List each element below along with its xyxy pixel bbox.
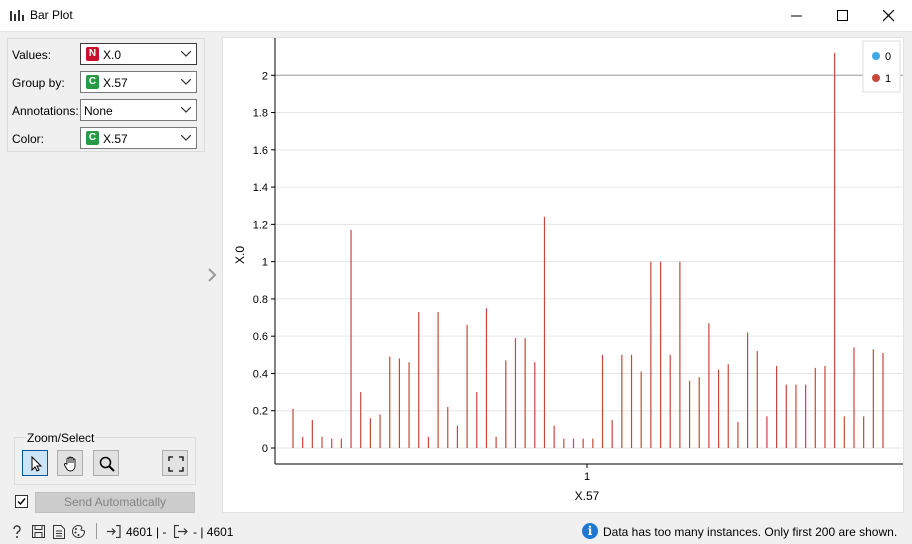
y-tick-label: 0.2 [253,406,268,418]
x-axis-title: X.57 [575,489,600,503]
values-selected: X.0 [103,48,122,62]
y-tick-label: 1.4 [253,182,268,194]
legend-label: 0 [885,51,891,63]
checkmark-icon [17,498,26,506]
annotations-combo[interactable]: None [80,99,197,121]
fit-view-button[interactable] [162,450,188,476]
x-tick-label: 1 [584,471,590,483]
chevron-down-icon [181,79,191,85]
close-button[interactable] [866,0,912,31]
y-tick-label: 1.8 [253,108,268,120]
close-icon [883,10,895,22]
help-icon[interactable] [11,525,23,539]
group-by-row: Group by: C X.57 [8,71,204,95]
y-tick-label: 0.6 [253,331,268,343]
output-data-icon [174,525,188,538]
report-icon[interactable] [53,525,65,539]
zoom-select-title: Zoom/Select [26,431,96,445]
collapse-panel-icon[interactable] [206,267,218,283]
zoom-icon [99,456,115,472]
zoom-tool-button[interactable] [93,450,119,476]
values-label: Values: [12,48,52,62]
annotations-selected: None [84,104,113,118]
fit-view-icon [168,456,184,472]
chevron-down-icon [181,51,191,57]
send-automatically-checkbox[interactable] [15,495,28,508]
input-count: 4601 | - [126,525,167,539]
group-by-selected: X.57 [103,76,128,90]
minimize-icon [791,15,802,17]
color-selected: X.57 [103,132,128,146]
input-data-icon [107,525,121,538]
y-tick-label: 1.2 [253,219,268,231]
group-by-label: Group by: [12,76,65,90]
y-axis-title: X.0 [233,246,247,264]
annotations-label: Annotations: [12,104,79,118]
chevron-down-icon [181,107,191,113]
categorical-variable-icon: C [86,75,99,89]
bar-plot-icon [10,10,24,21]
pan-hand-icon [63,456,76,472]
save-icon[interactable] [32,525,45,538]
pan-tool-button[interactable] [57,450,83,476]
window-title: Bar Plot [30,8,73,22]
bar-chart[interactable]: 0 0.2 0.4 0.6 0.8 1 1.2 1.4 1.6 1.8 2 1 X.57 X.0 0 1 [223,38,903,512]
color-label: Color: [12,132,45,146]
title-bar: Bar Plot [0,0,912,32]
color-row: Color: C X.57 [8,127,204,151]
y-tick-label: 0.8 [253,294,268,306]
values-row: Values: N X.0 [8,43,204,67]
y-tick-label: 2 [262,70,268,82]
maximize-icon [837,10,848,21]
y-tick-label: 0 [262,443,268,455]
maximize-button[interactable] [820,0,866,31]
plot-area[interactable]: 0 0.2 0.4 0.6 0.8 1 1.2 1.4 1.6 1.8 2 1 X.57 X.0 0 1 [222,37,904,513]
status-info-message: Data has too many instances. Only first … [603,525,898,539]
y-tick-label: 0.4 [253,368,268,380]
chevron-down-icon [181,135,191,141]
group-by-combo[interactable]: C X.57 [80,71,197,93]
controls-panel: Values: N X.0 Group by: C X.57 Annotatio… [7,38,205,152]
legend-marker [872,74,880,82]
legend-label: 1 [885,73,891,85]
color-combo[interactable]: C X.57 [80,127,197,149]
numeric-variable-icon: N [86,47,99,61]
info-icon: i [582,523,598,539]
y-tick-label: 1 [262,257,268,269]
select-tool-button[interactable] [22,450,48,476]
y-tick-label: 1.6 [253,145,268,157]
legend-marker [872,52,880,60]
annotations-row: Annotations: None [8,99,204,123]
legend-box [862,40,901,93]
visual-settings-icon[interactable] [72,525,85,538]
send-automatically-button[interactable]: Send Automatically [35,492,195,513]
minimize-button[interactable] [774,0,820,31]
pointer-icon [31,455,43,472]
categorical-variable-icon: C [86,131,99,145]
status-separator [96,523,97,539]
values-combo[interactable]: N X.0 [80,43,197,65]
output-count: - | 4601 [193,525,234,539]
